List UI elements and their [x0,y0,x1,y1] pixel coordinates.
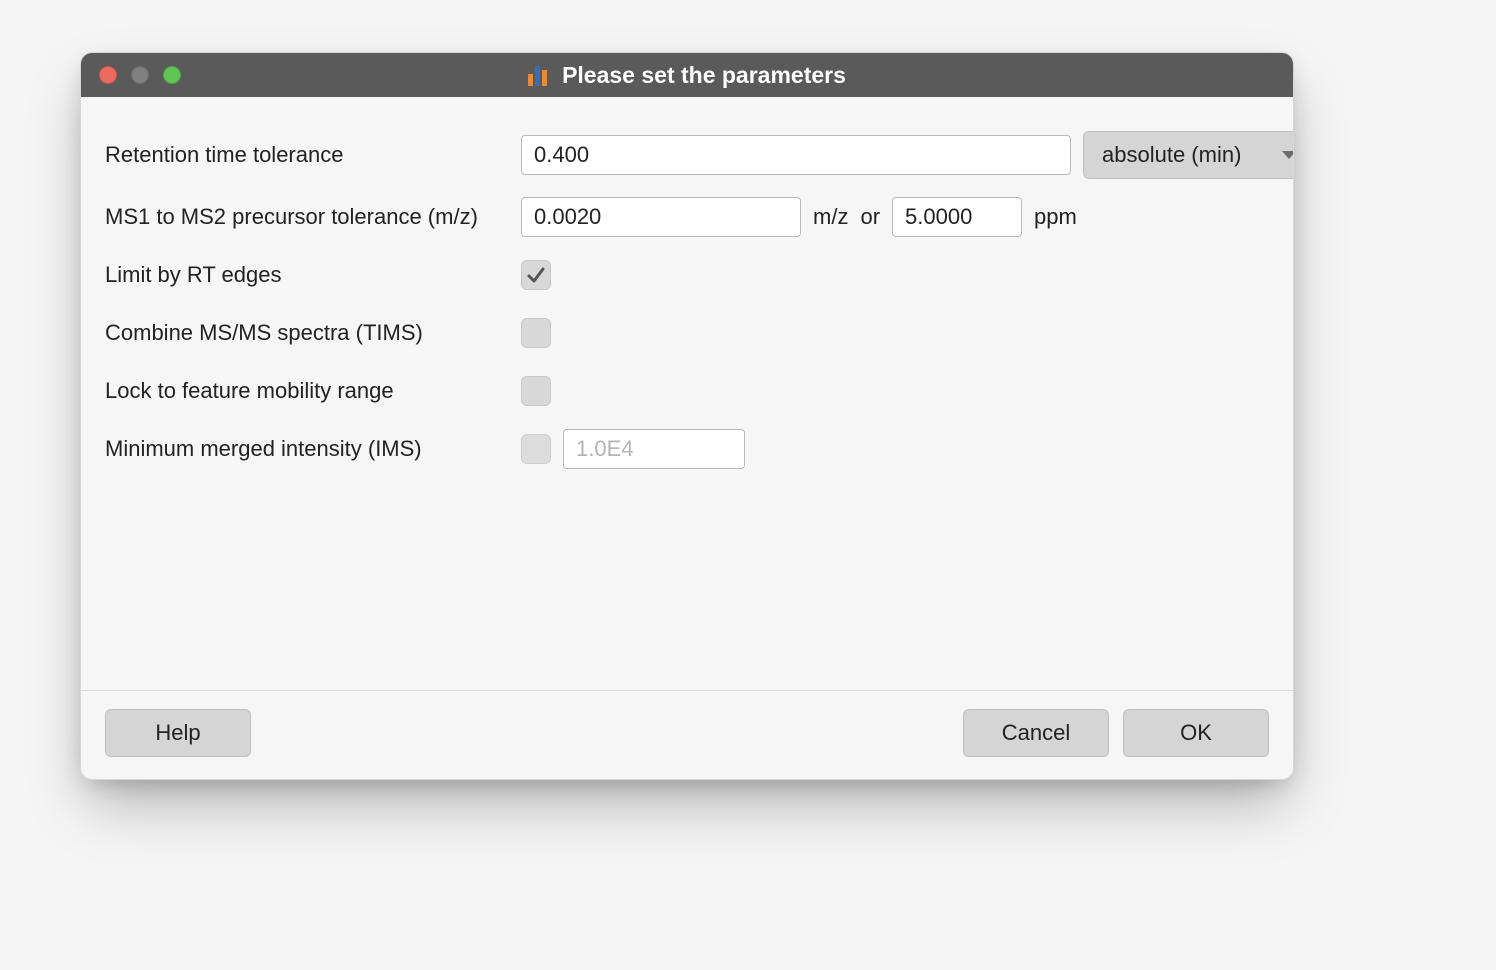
titlebar: Please set the parameters [81,53,1293,97]
rt-tolerance-unit-select[interactable]: absolute (min) [1083,131,1294,179]
cancel-button[interactable]: Cancel [963,709,1109,757]
label-limit-rt-edges: Limit by RT edges [105,262,505,288]
zoom-window-button[interactable] [163,66,181,84]
rt-tolerance-input[interactable] [521,135,1071,175]
or-label: or [860,204,880,230]
label-precursor-tolerance: MS1 to MS2 precursor tolerance (m/z) [105,204,505,230]
precursor-ppm-input[interactable] [892,197,1022,237]
precursor-mz-input[interactable] [521,197,801,237]
close-window-button[interactable] [99,66,117,84]
label-combine-tims: Combine MS/MS spectra (TIMS) [105,320,505,346]
help-button[interactable]: Help [105,709,251,757]
label-min-merged-intensity: Minimum merged intensity (IMS) [105,436,505,462]
min-merged-intensity-checkbox[interactable] [521,434,551,464]
ppm-unit-label: ppm [1034,204,1077,230]
lock-mobility-checkbox[interactable] [521,376,551,406]
label-rt-tolerance: Retention time tolerance [105,142,505,168]
mz-unit-label: m/z [813,204,848,230]
app-icon [528,64,552,86]
minimize-window-button[interactable] [131,66,149,84]
label-lock-mobility: Lock to feature mobility range [105,378,505,404]
min-merged-intensity-input [563,429,745,469]
limit-rt-edges-checkbox[interactable] [521,260,551,290]
check-icon [526,265,546,285]
dialog-title: Please set the parameters [562,62,846,89]
rt-tolerance-unit-value: absolute (min) [1102,142,1241,168]
dialog-footer: Help Cancel OK [81,690,1293,779]
combine-tims-checkbox[interactable] [521,318,551,348]
dialog-body: Retention time tolerance absolute (min) … [81,97,1293,690]
parameters-dialog: Please set the parameters Retention time… [80,52,1294,780]
window-controls [99,66,181,84]
ok-button[interactable]: OK [1123,709,1269,757]
chevron-down-icon [1282,151,1294,159]
